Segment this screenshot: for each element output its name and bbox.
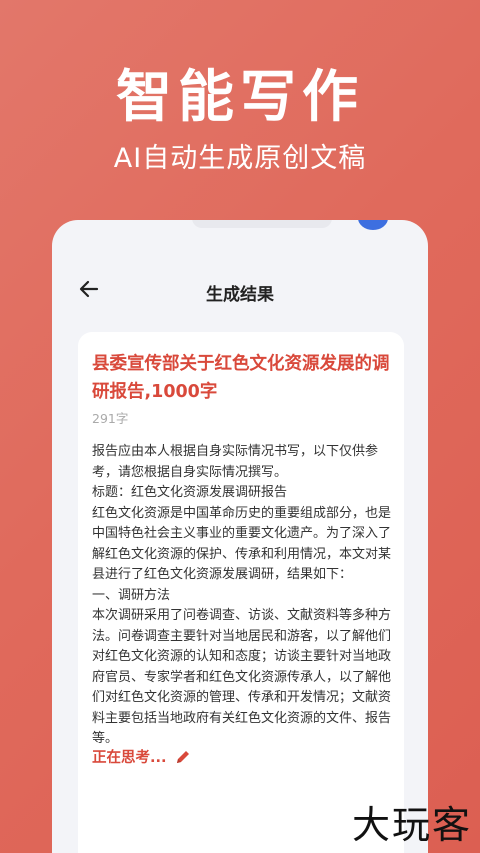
body-paragraph: 标题：红色文化资源发展调研报告: [92, 485, 288, 500]
result-card: 县委宣传部关于红色文化资源发展的调研报告,1000字 291字 报告应由本人根据…: [78, 332, 404, 853]
body-paragraph: 一、调研方法: [92, 587, 171, 603]
phone-notch: [192, 220, 332, 228]
phone-mockup: 生成结果 县委宣传部关于红色文化资源发展的调研报告,1000字 291字 报告应…: [52, 220, 428, 853]
body-paragraph: 红色文化资源是中国革命历史的重要组成部分，也是中国特色社会主义事业的重要文化遗产…: [92, 505, 392, 583]
document-body: 报告应由本人根据自身实际情况书写，以下仅供参考，请您根据自身实际情况撰写。 标题…: [92, 442, 396, 750]
pencil-icon: [176, 750, 189, 763]
thinking-label: 正在思考...: [92, 750, 167, 766]
body-paragraph: 报告应由本人根据自身实际情况书写，以下仅供参考，请您根据自身实际情况撰写。: [92, 444, 379, 480]
floating-dot: [358, 220, 388, 230]
thinking-status: 正在思考...: [92, 746, 191, 767]
watermark-logo: 大玩客: [351, 803, 472, 847]
document-title: 县委宣传部关于红色文化资源发展的调研报告,1000字: [92, 354, 390, 402]
nav-bar: 生成结果: [52, 272, 428, 308]
hero-title: 智能写作: [116, 65, 364, 130]
page-title: 生成结果: [206, 285, 274, 305]
hero-subtitle: AI自动生成原创文稿: [113, 143, 367, 174]
body-paragraph: 本次调研采用了问卷调查、访谈、文献资料等多种方法。问卷调查主要针对当地居民和游客…: [92, 608, 392, 746]
word-count: 291字: [92, 411, 129, 426]
